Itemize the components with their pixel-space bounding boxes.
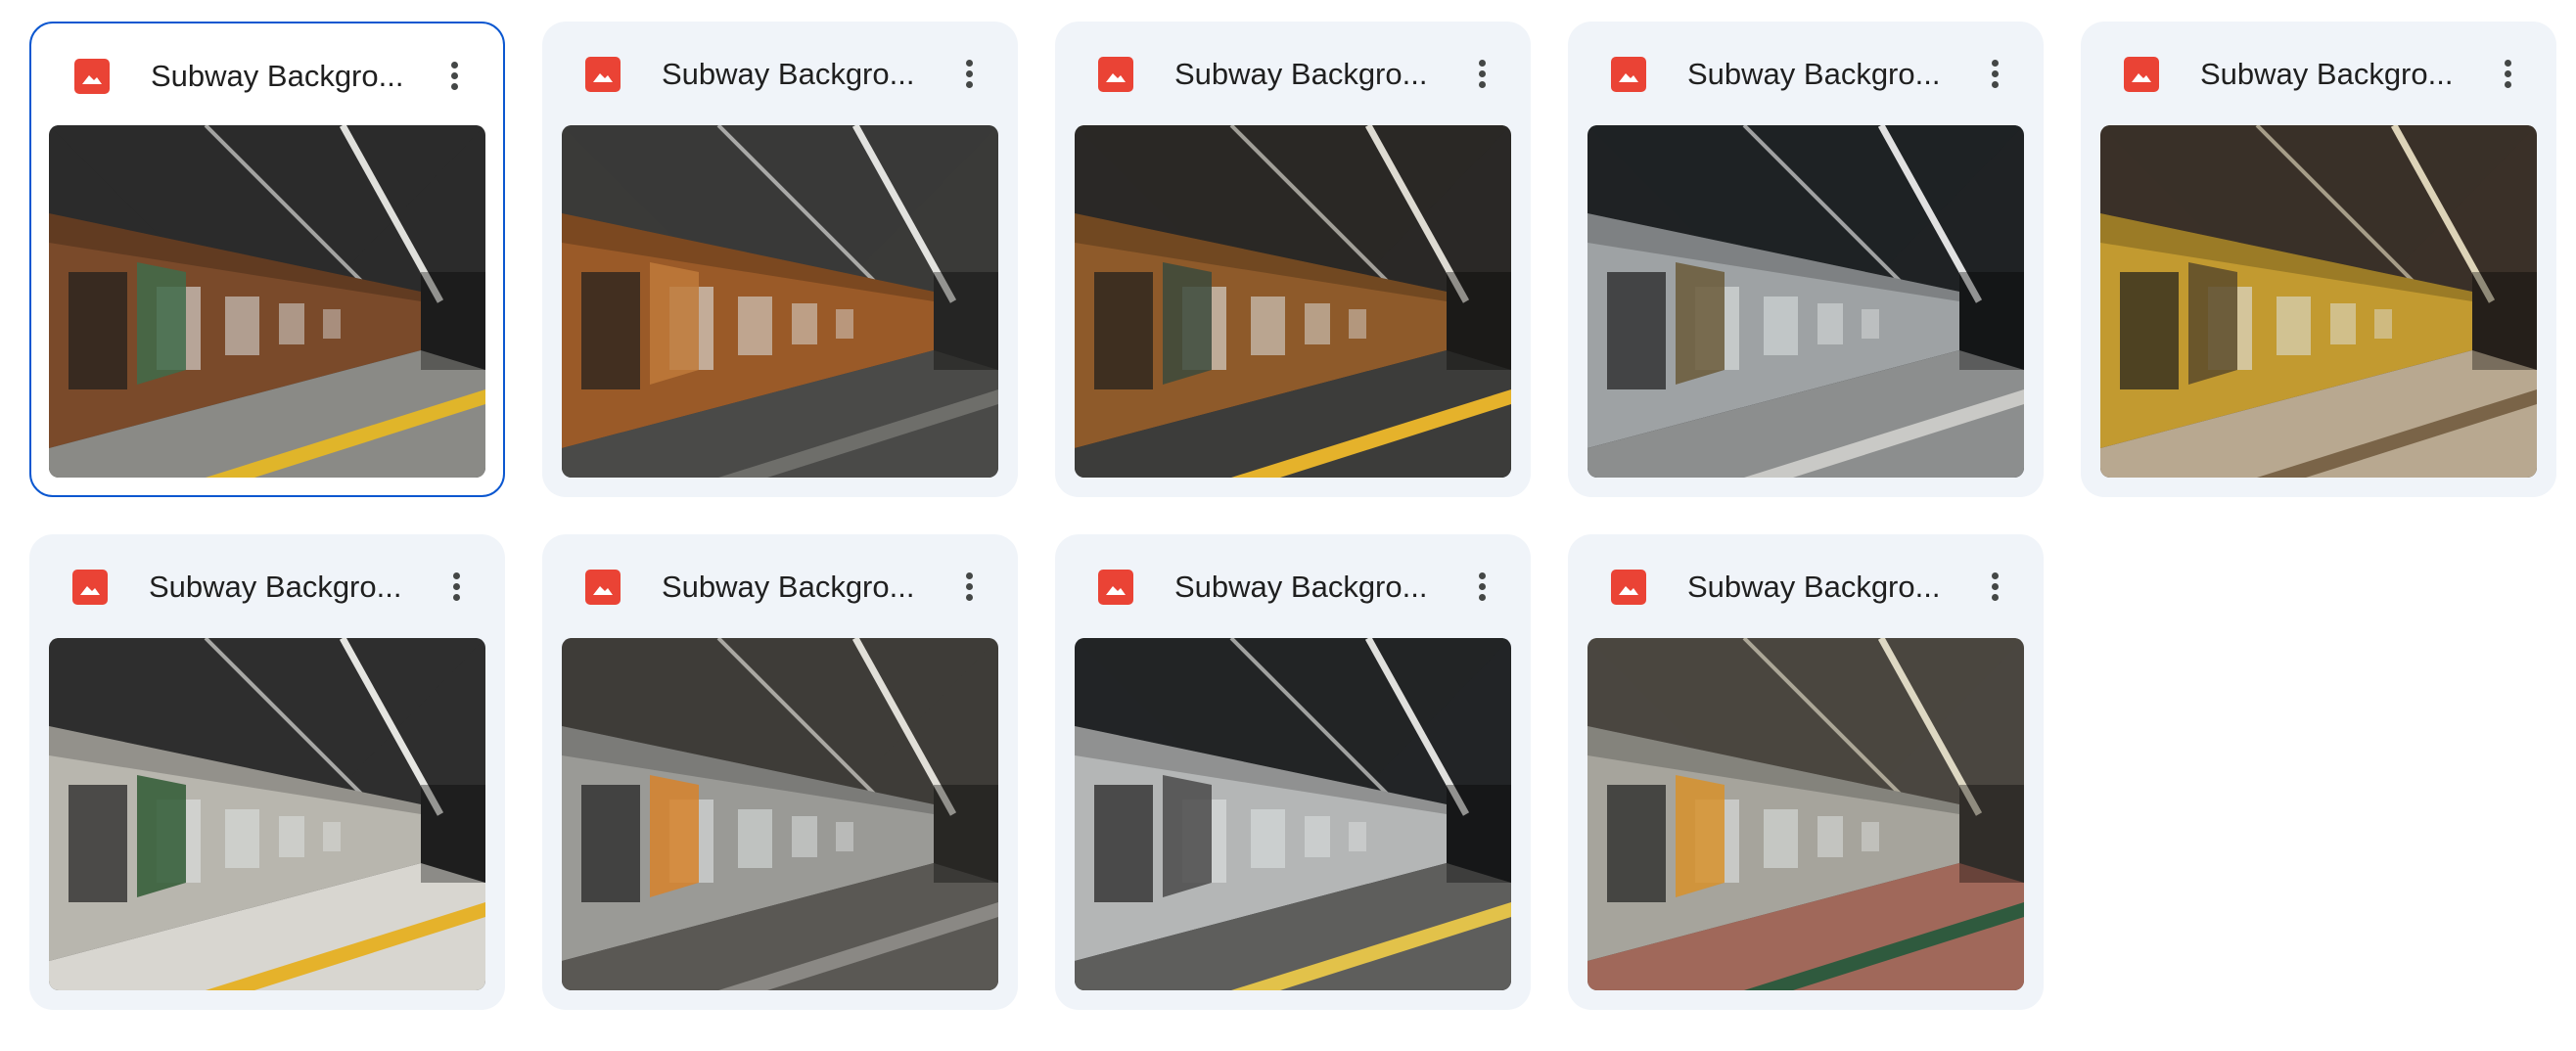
file-card[interactable]: Subway Backgro... (1568, 22, 2044, 497)
file-name: Subway Backgro... (662, 57, 915, 91)
file-card-header: Subway Backgro... (29, 534, 505, 638)
file-name: Subway Backgro... (1174, 570, 1428, 604)
file-name: Subway Backgro... (1687, 570, 1941, 604)
more-actions-button[interactable] (949, 566, 989, 609)
file-card-header: Subway Backgro... (1055, 534, 1531, 638)
image-icon (1611, 57, 1646, 92)
file-name: Subway Backgro... (149, 570, 402, 604)
file-thumbnail[interactable] (1587, 125, 2024, 478)
more-actions-button[interactable] (1462, 566, 1501, 609)
file-thumbnail[interactable] (2100, 125, 2537, 478)
more-vert-icon (2505, 60, 2511, 67)
image-icon (1098, 570, 1133, 605)
file-card[interactable]: Subway Backgro... (29, 534, 505, 1010)
image-icon (74, 59, 110, 94)
file-name: Subway Backgro... (662, 570, 915, 604)
more-actions-button[interactable] (435, 55, 474, 98)
file-name: Subway Backgro... (2200, 57, 2454, 91)
more-actions-button[interactable] (2488, 53, 2527, 96)
file-card[interactable]: Subway Backgro... (29, 22, 505, 497)
file-card[interactable]: Subway Backgro... (1055, 22, 1531, 497)
file-thumbnail[interactable] (562, 638, 998, 990)
file-card-header: Subway Backgro... (1568, 534, 2044, 638)
image-icon (1611, 570, 1646, 605)
file-name: Subway Backgro... (151, 59, 404, 93)
file-thumbnail[interactable] (49, 638, 485, 990)
more-vert-icon (1992, 60, 1999, 67)
file-name: Subway Backgro... (1174, 57, 1428, 91)
more-actions-button[interactable] (1975, 566, 2014, 609)
file-card-header: Subway Backgro... (1055, 22, 1531, 125)
file-card-header: Subway Backgro... (542, 22, 1018, 125)
image-icon (1098, 57, 1133, 92)
more-vert-icon (451, 62, 458, 69)
file-thumbnail[interactable] (49, 125, 485, 478)
more-vert-icon (966, 60, 973, 67)
more-actions-button[interactable] (1975, 53, 2014, 96)
more-vert-icon (966, 572, 973, 579)
file-card[interactable]: Subway Backgro... (542, 22, 1018, 497)
file-card-header: Subway Backgro... (31, 23, 503, 127)
more-vert-icon (1479, 60, 1486, 67)
image-icon (2124, 57, 2159, 92)
image-icon (72, 570, 108, 605)
file-thumbnail[interactable] (1075, 125, 1511, 478)
file-thumbnail[interactable] (1587, 638, 2024, 990)
file-card[interactable]: Subway Backgro... (1568, 534, 2044, 1010)
more-vert-icon (453, 572, 460, 579)
file-thumbnail[interactable] (1075, 638, 1511, 990)
more-actions-button[interactable] (1462, 53, 1501, 96)
file-card[interactable]: Subway Backgro... (2081, 22, 2556, 497)
file-grid: Subway Backgro... Subway Backgro... Subw… (29, 22, 2556, 1010)
file-name: Subway Backgro... (1687, 57, 1941, 91)
file-card-header: Subway Backgro... (1568, 22, 2044, 125)
more-actions-button[interactable] (437, 566, 476, 609)
more-vert-icon (1992, 572, 1999, 579)
image-icon (585, 570, 621, 605)
file-card[interactable]: Subway Backgro... (1055, 534, 1531, 1010)
file-thumbnail[interactable] (562, 125, 998, 478)
file-card[interactable]: Subway Backgro... (542, 534, 1018, 1010)
file-card-header: Subway Backgro... (542, 534, 1018, 638)
image-icon (585, 57, 621, 92)
more-actions-button[interactable] (949, 53, 989, 96)
more-vert-icon (1479, 572, 1486, 579)
file-card-header: Subway Backgro... (2081, 22, 2556, 125)
